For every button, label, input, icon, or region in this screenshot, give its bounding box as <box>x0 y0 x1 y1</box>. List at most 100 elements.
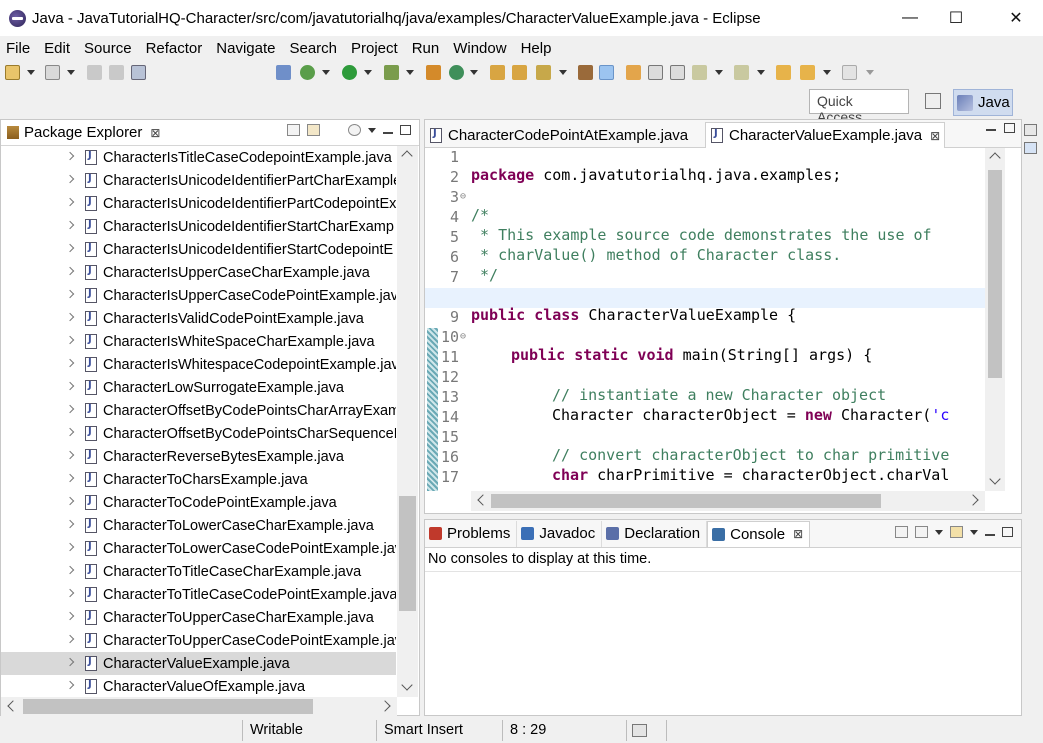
search-dropdown-icon[interactable] <box>559 70 567 75</box>
chevron-right-icon[interactable] <box>65 611 75 621</box>
horizontal-scrollbar[interactable] <box>1 697 397 716</box>
chevron-right-icon[interactable] <box>65 335 75 345</box>
back-dropdown-icon[interactable] <box>823 70 831 75</box>
scroll-thumb[interactable] <box>399 496 416 611</box>
open-console-dropdown-icon[interactable] <box>970 529 978 535</box>
outline-icon[interactable] <box>1024 142 1037 154</box>
scroll-up-icon[interactable] <box>989 152 1001 164</box>
minimize-editor-icon[interactable] <box>986 129 996 131</box>
tree-item[interactable]: CharacterIsTitleCaseCodepointExample.jav… <box>1 146 396 169</box>
tab-javadoc[interactable]: Javadoc <box>517 520 603 547</box>
new-icon[interactable] <box>5 65 20 80</box>
toggle-annotation-icon[interactable] <box>578 65 593 80</box>
chevron-right-icon[interactable] <box>65 450 75 460</box>
tree-item[interactable]: CharacterIsUpperCaseCodePointExample.jav… <box>1 284 396 307</box>
maximize-view-icon[interactable] <box>400 125 411 135</box>
focus-icon[interactable] <box>348 124 361 136</box>
open-dropdown-icon[interactable] <box>67 70 75 75</box>
tab-declaration[interactable]: Declaration <box>602 520 708 547</box>
editor-tab-charactervalue[interactable]: CharacterValueExample.java ⊠ <box>705 122 945 148</box>
editor-vertical-scrollbar[interactable] <box>985 148 1005 491</box>
chevron-right-icon[interactable] <box>65 358 75 368</box>
show-whitespace-icon[interactable] <box>670 65 685 80</box>
scroll-left-icon[interactable] <box>477 494 489 506</box>
skip-breakpoints-icon[interactable] <box>276 65 291 80</box>
tree-item[interactable]: CharacterValueOfExample.java <box>1 675 396 697</box>
chevron-right-icon[interactable] <box>65 542 75 552</box>
tree-item[interactable]: CharacterToLowerCaseCodePointExample.jav <box>1 537 396 560</box>
open-console-icon[interactable] <box>950 526 963 538</box>
coverage-icon[interactable] <box>384 65 399 80</box>
chevron-right-icon[interactable] <box>65 657 75 667</box>
tree-item[interactable]: CharacterIsWhiteSpaceCharExample.java <box>1 330 396 353</box>
last-edit-location-icon[interactable] <box>776 65 791 80</box>
editor-tab-codepointat[interactable]: CharacterCodePointAtExample.java <box>425 122 704 148</box>
menu-refactor[interactable]: Refactor <box>146 40 203 57</box>
menu-window[interactable]: Window <box>453 40 506 57</box>
tree-item[interactable]: CharacterOffsetByCodePointsCharSequenceE <box>1 422 396 445</box>
run-icon[interactable] <box>342 65 357 80</box>
scroll-down-icon[interactable] <box>989 473 1001 485</box>
chevron-right-icon[interactable] <box>65 565 75 575</box>
tree-item[interactable]: CharacterValueExample.java <box>1 652 396 675</box>
debug-icon[interactable] <box>300 65 315 80</box>
tree-item[interactable]: CharacterToLowerCaseCharExample.java <box>1 514 396 537</box>
tab-problems[interactable]: Problems <box>425 520 518 547</box>
chevron-right-icon[interactable] <box>65 381 75 391</box>
tree-item[interactable]: CharacterIsUnicodeIdentifierPartCodepoin… <box>1 192 396 215</box>
tree-item[interactable]: CharacterLowSurrogateExample.java <box>1 376 396 399</box>
new-class-dropdown-icon[interactable] <box>470 70 478 75</box>
tree-item[interactable]: CharacterIsUnicodeIdentifierStartCodepoi… <box>1 238 396 261</box>
save-all-icon[interactable] <box>109 65 124 80</box>
code-editor[interactable]: 123⊖45678910⊖11121314151617 package com.… <box>425 148 985 491</box>
new-class-icon[interactable] <box>449 65 464 80</box>
minimize-view-icon[interactable] <box>383 132 393 134</box>
chevron-right-icon[interactable] <box>65 588 75 598</box>
minimized-view-icon[interactable] <box>1024 124 1037 136</box>
chevron-right-icon[interactable] <box>65 519 75 529</box>
chevron-right-icon[interactable] <box>65 312 75 322</box>
scroll-left-icon[interactable] <box>7 700 19 712</box>
link-with-editor-icon[interactable] <box>307 124 320 136</box>
maximize-view-icon[interactable] <box>1002 527 1013 537</box>
chevron-right-icon[interactable] <box>65 680 75 690</box>
chevron-right-icon[interactable] <box>65 243 75 253</box>
print-icon[interactable] <box>131 65 146 80</box>
tree-item[interactable]: CharacterIsValidCodePointExample.java <box>1 307 396 330</box>
tree-item[interactable]: CharacterIsUnicodeIdentifierStartCharExa… <box>1 215 396 238</box>
menu-navigate[interactable]: Navigate <box>216 40 275 57</box>
menu-search[interactable]: Search <box>289 40 337 57</box>
tree-item[interactable]: CharacterIsUnicodeIdentifierPartCharExam… <box>1 169 396 192</box>
chevron-right-icon[interactable] <box>65 220 75 230</box>
vertical-scrollbar[interactable] <box>397 146 418 697</box>
open-perspective-icon[interactable] <box>925 93 941 109</box>
scroll-up-icon[interactable] <box>401 150 413 162</box>
block-selection-icon[interactable] <box>648 65 663 80</box>
menu-source[interactable]: Source <box>84 40 132 57</box>
forward-dropdown-icon[interactable] <box>866 70 874 75</box>
open-type-hierarchy-icon[interactable] <box>490 65 505 80</box>
java-perspective-button[interactable]: Java <box>953 89 1013 116</box>
quick-access-input[interactable]: Quick Access <box>809 89 909 125</box>
tree-item[interactable]: CharacterIsUpperCaseCharExample.java <box>1 261 396 284</box>
tree-item[interactable]: CharacterToCharsExample.java <box>1 468 396 491</box>
view-menu-icon[interactable] <box>368 127 376 133</box>
coverage-dropdown-icon[interactable] <box>406 70 414 75</box>
tree-item[interactable]: CharacterToTitleCaseCharExample.java <box>1 560 396 583</box>
prev-annotation-icon[interactable] <box>734 65 749 80</box>
editor-horizontal-scrollbar[interactable] <box>471 491 985 511</box>
close-button[interactable]: ✕ <box>993 0 1039 36</box>
menu-project[interactable]: Project <box>351 40 398 57</box>
prev-annotation-dropdown-icon[interactable] <box>757 70 765 75</box>
tree-item[interactable]: CharacterIsWhitespaceCodepointExample.ja… <box>1 353 396 376</box>
open-type-icon[interactable] <box>45 65 60 80</box>
maximize-editor-icon[interactable] <box>1004 123 1015 133</box>
menu-run[interactable]: Run <box>412 40 440 57</box>
tree-item[interactable]: CharacterReverseBytesExample.java <box>1 445 396 468</box>
search-tool-icon[interactable] <box>536 65 551 80</box>
chevron-right-icon[interactable] <box>65 427 75 437</box>
progress-icon[interactable] <box>632 724 647 737</box>
pin-console-icon[interactable] <box>895 526 908 538</box>
menu-file[interactable]: File <box>6 40 30 57</box>
debug-dropdown-icon[interactable] <box>322 70 330 75</box>
